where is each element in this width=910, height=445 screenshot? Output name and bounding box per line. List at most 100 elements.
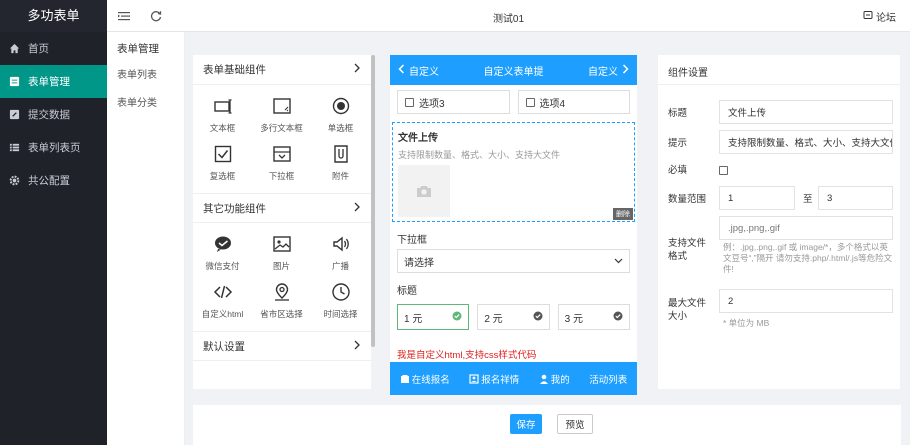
sub-nav-form-category[interactable]: 表单分类	[107, 90, 184, 118]
chevron-down-icon	[614, 256, 623, 267]
component-select[interactable]: 下拉框	[252, 139, 311, 187]
form-preview: 自定义 自定义表单提 自定义 选项3 选项4 文件上传 支持限制数量、格式、大小…	[390, 55, 637, 395]
sidebar-item-submissions[interactable]: 提交数据	[0, 98, 107, 131]
component-label: 微信支付	[205, 261, 240, 271]
count-min-input[interactable]: 1	[719, 186, 795, 210]
preview-back[interactable]: 自定义	[398, 63, 439, 78]
speaker-icon	[332, 236, 349, 252]
title-input[interactable]: 文件上传	[719, 100, 893, 124]
component-custom-html[interactable]: 自定义html	[193, 277, 252, 325]
upload-hint: 支持限制数量、格式、大小、支持大文件	[398, 150, 561, 160]
component-checkbox[interactable]: 复选框	[193, 139, 252, 187]
title-label: 标题	[668, 108, 688, 119]
footer-signup-detail[interactable]: 报名祥情	[469, 372, 519, 386]
price-label: 标题	[397, 286, 417, 297]
action-bar	[193, 405, 901, 445]
sidebar-item-home[interactable]: 首页	[0, 32, 107, 65]
wechat-pay-icon	[214, 236, 231, 252]
basic-components-header[interactable]: 表单基础组件	[193, 55, 371, 85]
component-textarea[interactable]: 多行文本框	[252, 91, 311, 139]
list-icon	[8, 142, 20, 154]
preview-header-title: 自定义表单提	[483, 66, 544, 78]
price-option[interactable]: 2 元	[477, 304, 550, 330]
component-radio[interactable]: 单选框	[311, 91, 370, 139]
upload-label: 文件上传	[398, 133, 438, 144]
component-wechat-pay[interactable]: 微信支付	[193, 229, 252, 277]
sidebar-item-form-manage[interactable]: 表单管理	[0, 65, 107, 98]
footer-online-signup[interactable]: 在线报名	[400, 372, 450, 386]
default-settings-header[interactable]: 默认设置	[193, 331, 371, 361]
required-checkbox[interactable]	[719, 166, 728, 175]
preview-header: 自定义 自定义表单提 自定义	[390, 55, 637, 85]
component-time-select[interactable]: 时间选择	[311, 277, 370, 325]
checkbox[interactable]	[525, 97, 535, 107]
component-label: 多行文本框	[260, 123, 303, 133]
checkbox-option[interactable]: 选项4	[517, 90, 630, 114]
section-title: 其它功能组件	[203, 202, 266, 215]
forum-label: 论坛	[876, 13, 896, 24]
chevron-right-icon	[353, 340, 361, 353]
option-label: 选项3	[419, 98, 445, 110]
edit-icon	[8, 109, 20, 121]
component-label: 复选框	[209, 171, 236, 181]
max-size-hint: * 单位为 MB	[723, 318, 770, 328]
price-option[interactable]: 1 元	[397, 304, 470, 330]
sidebar-item-label: 表单管理	[28, 76, 70, 88]
code-icon	[213, 285, 232, 299]
component-label: 单选框	[327, 123, 354, 133]
footer-mine[interactable]: 我的	[539, 372, 570, 386]
settings-title: 组件设置	[658, 55, 900, 85]
save-button[interactable]: 保存	[510, 414, 542, 434]
preview-header-right: 自定义	[588, 66, 618, 78]
count-max-input[interactable]: 3	[818, 186, 893, 210]
footer-activity-list[interactable]: 活动列表	[589, 372, 627, 386]
file-format-input[interactable]: .jpg,.png,.gif	[719, 216, 893, 240]
component-label: 下拉框	[268, 171, 295, 181]
radio-icon	[332, 97, 349, 115]
component-broadcast[interactable]: 广播	[311, 229, 370, 277]
custom-html-text: 我是自定义html,支持css样式代码	[397, 350, 537, 361]
component-label: 省市区选择	[260, 309, 303, 319]
sidebar-item-form-list-page[interactable]: 表单列表页	[0, 131, 107, 164]
form-icon	[8, 76, 20, 88]
delete-button[interactable]: 删除	[613, 208, 633, 220]
price-value: 3 元	[564, 313, 583, 325]
component-image[interactable]: 图片	[252, 229, 311, 277]
home-icon	[8, 43, 20, 55]
file-upload-field[interactable]: 文件上传 支持限制数量、格式、大小、支持大文件 删除	[392, 122, 635, 222]
sidebar-item-config[interactable]: 共公配置	[0, 164, 107, 197]
forum-link[interactable]: 论坛	[863, 9, 896, 24]
dropdown-select[interactable]: 请选择	[397, 249, 630, 273]
other-components-header[interactable]: 其它功能组件	[193, 193, 371, 223]
checkbox-options: 选项3 选项4	[390, 85, 637, 119]
component-attachment[interactable]: 附件	[311, 139, 370, 187]
user-icon	[539, 374, 548, 384]
max-size-input[interactable]: 2	[719, 289, 893, 313]
option-label: 选项4	[539, 98, 566, 110]
hint-input[interactable]: 支持限制数量、格式、大小、支持大文件	[719, 130, 893, 154]
sub-nav-form-list[interactable]: 表单列表	[107, 62, 184, 90]
price-option[interactable]: 3 元	[557, 304, 630, 330]
signup-icon	[400, 374, 409, 383]
component-region-select[interactable]: 省市区选择	[252, 277, 311, 325]
chevron-right-icon	[353, 63, 361, 76]
checkbox-option[interactable]: 选项3	[397, 90, 510, 114]
preview-footer: 在线报名 报名祥情 我的 活动列表	[390, 362, 637, 395]
upload-thumbnail[interactable]	[398, 165, 450, 217]
camera-icon	[417, 186, 431, 197]
footer-label: 我的	[550, 374, 570, 386]
chevron-left-icon	[398, 63, 405, 77]
file-format-label: 支持文件格式	[668, 238, 707, 262]
check-circle-icon	[452, 311, 462, 324]
section-title: 表单基础组件	[203, 64, 266, 76]
component-textbox[interactable]: 文本框	[193, 91, 252, 139]
price-options: 1 元 2 元 3 元	[390, 300, 637, 334]
components-scrollbar[interactable]	[371, 55, 375, 347]
preview-forward[interactable]: 自定义	[588, 63, 629, 78]
component-label: 时间选择	[323, 309, 358, 319]
top-bar: 测试01 论坛	[107, 0, 910, 32]
component-label: 广播	[331, 261, 349, 271]
checkbox[interactable]	[405, 97, 414, 107]
forum-icon	[863, 10, 873, 23]
preview-button[interactable]: 预览	[557, 414, 593, 434]
